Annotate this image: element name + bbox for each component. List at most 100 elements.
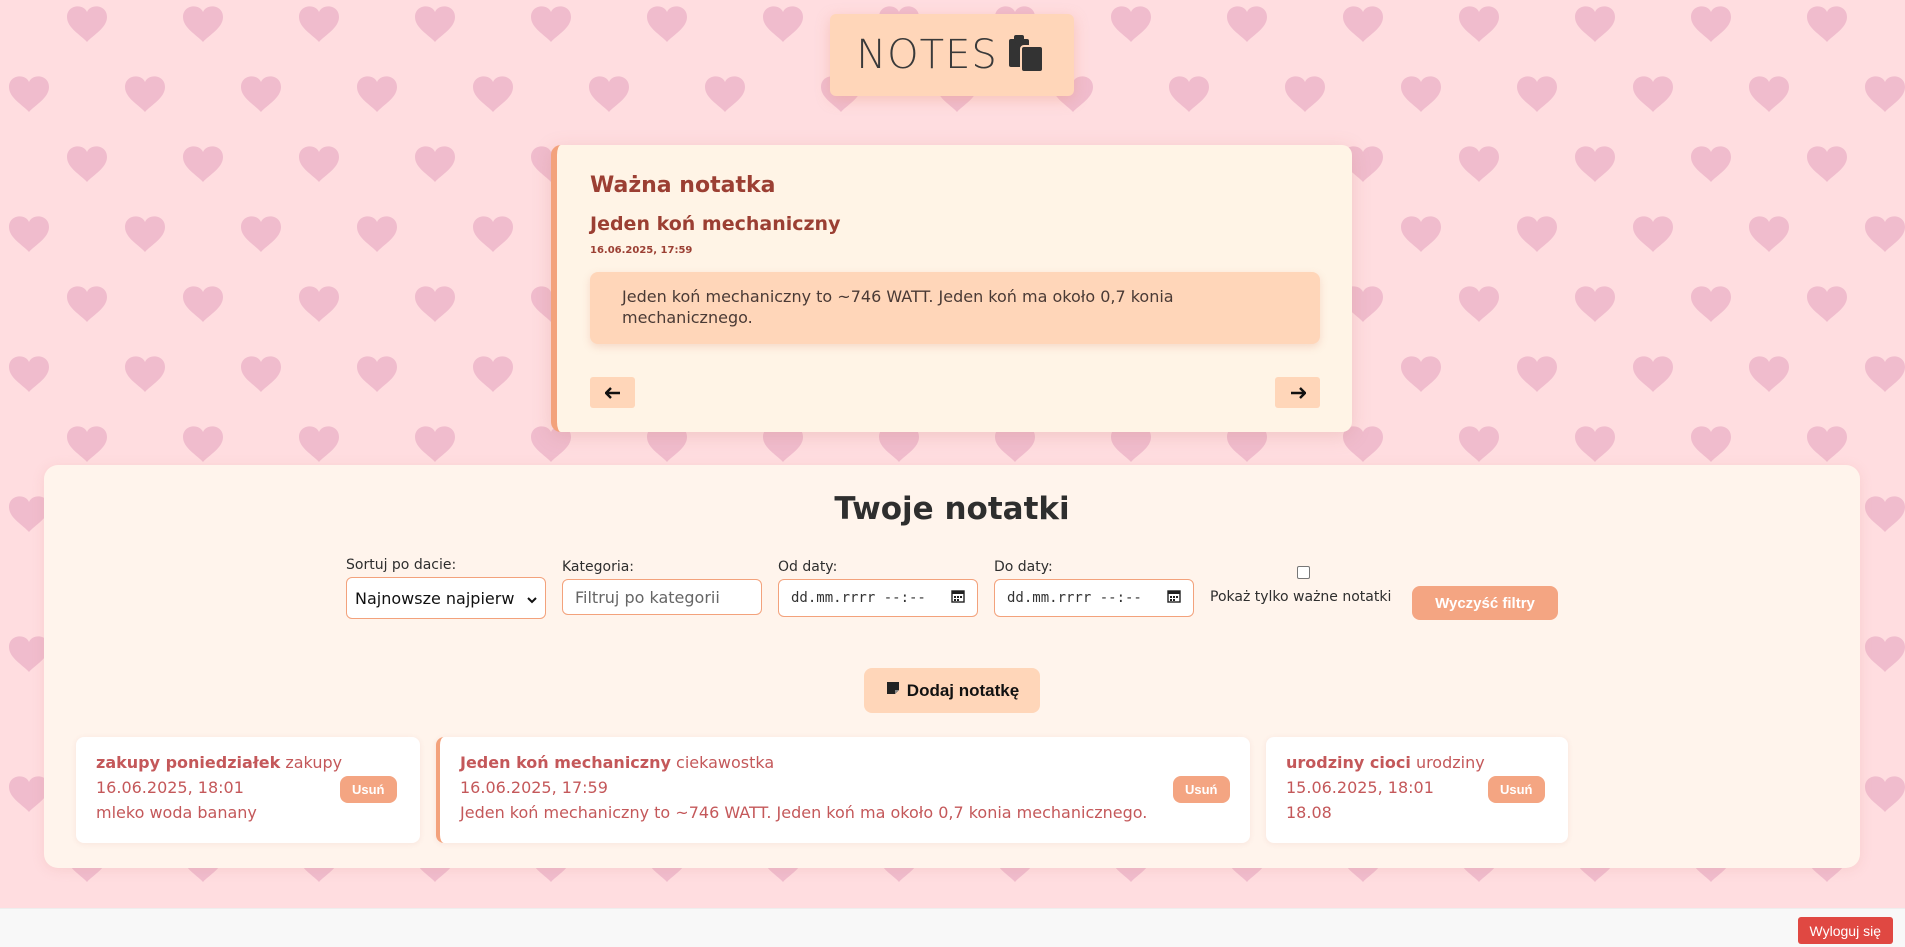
note-body: 18.08	[1286, 803, 1332, 822]
heart-shape	[183, 426, 223, 462]
heart-shape	[531, 6, 571, 42]
sort-select-value: Najnowsze najpierw	[355, 588, 515, 608]
chevron-down-icon	[527, 589, 537, 608]
sticky-note-icon	[885, 680, 901, 701]
delete-note-button[interactable]: Usuń	[340, 776, 397, 803]
category-label: Kategoria:	[562, 559, 635, 575]
heart-shape	[473, 76, 513, 112]
panel-title: Twoje notatki	[834, 491, 1070, 527]
heart-shape	[1865, 76, 1905, 112]
heart-shape	[1343, 6, 1383, 42]
important-note-title: Jeden koń mechaniczny	[590, 213, 841, 235]
heart-shape	[183, 286, 223, 322]
note-category: ciekawostka	[676, 753, 775, 772]
heart-shape	[415, 6, 455, 42]
heart-shape	[125, 76, 165, 112]
note-date: 16.06.2025, 17:59	[460, 778, 608, 797]
heart-shape	[1575, 6, 1615, 42]
heart-shape	[299, 146, 339, 182]
add-note-button[interactable]: Dodaj notatkę	[864, 668, 1040, 713]
to-date-input[interactable]: dd.mm.rrrr --:--	[994, 579, 1194, 617]
heart-shape	[589, 76, 629, 112]
note-body: mleko woda banany	[96, 803, 257, 822]
heart-shape	[299, 6, 339, 42]
heart-shape	[357, 76, 397, 112]
heart-shape	[705, 76, 745, 112]
delete-note-button[interactable]: Usuń	[1173, 776, 1230, 803]
note-title: zakupy poniedziałek	[96, 753, 281, 772]
note-category: zakupy	[285, 753, 343, 772]
heart-shape	[1401, 76, 1441, 112]
important-note-body: Jeden koń mechaniczny to ~746 WATT. Jede…	[590, 272, 1320, 344]
heart-shape	[1749, 216, 1789, 252]
heart-shape	[67, 286, 107, 322]
notes-panel: Twoje notatki Sortuj po dacie: Najnowsze…	[44, 465, 1860, 868]
heart-shape	[1575, 426, 1615, 462]
heart-shape	[183, 6, 223, 42]
heart-shape	[67, 426, 107, 462]
heart-shape	[241, 216, 281, 252]
clipboard-icon	[1006, 32, 1048, 78]
heart-shape	[9, 216, 49, 252]
heart-shape	[1691, 286, 1731, 322]
heart-shape	[241, 76, 281, 112]
heart-shape	[67, 6, 107, 42]
heart-shape	[1865, 216, 1905, 252]
delete-note-button[interactable]: Usuń	[1488, 776, 1545, 803]
heart-shape	[473, 356, 513, 392]
previous-note-button[interactable]	[590, 377, 635, 408]
sort-select[interactable]: Najnowsze najpierw	[346, 577, 546, 619]
heart-shape	[1401, 356, 1441, 392]
note-heading: urodziny cioci urodziny	[1286, 753, 1485, 772]
heart-shape	[763, 6, 803, 42]
category-filter-input[interactable]: Filtruj po kategorii	[562, 579, 762, 615]
heart-shape	[647, 6, 687, 42]
note-title: urodziny cioci	[1286, 753, 1411, 772]
heart-shape	[1633, 76, 1673, 112]
heart-shape	[1459, 286, 1499, 322]
heart-shape	[1633, 216, 1673, 252]
to-date-placeholder: dd.mm.rrrr --:--	[1007, 590, 1142, 606]
clear-filters-button[interactable]: Wyczyść filtry	[1412, 586, 1558, 620]
heart-shape	[125, 216, 165, 252]
heart-shape	[1865, 636, 1905, 672]
note-heading: Jeden koń mechaniczny ciekawostka	[460, 753, 774, 772]
heart-shape	[125, 356, 165, 392]
important-only-checkbox[interactable]	[1297, 566, 1310, 579]
to-date-label: Do daty:	[994, 559, 1053, 575]
heart-shape	[1227, 6, 1267, 42]
heart-shape	[1807, 286, 1847, 322]
note-category: urodziny	[1415, 753, 1485, 772]
heart-shape	[1169, 76, 1209, 112]
note-heading: zakupy poniedziałek zakupy	[96, 753, 342, 772]
heart-shape	[241, 356, 281, 392]
heart-shape	[9, 356, 49, 392]
heart-shape	[1691, 146, 1731, 182]
logout-button[interactable]: Wyloguj się	[1797, 917, 1893, 944]
important-note-date: 16.06.2025, 17:59	[590, 245, 693, 256]
note-date: 15.06.2025, 18:01	[1286, 778, 1434, 797]
heart-shape	[357, 216, 397, 252]
note-card: zakupy poniedziałek zakupy 16.06.2025, 1…	[76, 737, 420, 843]
sort-label: Sortuj po dacie:	[346, 557, 457, 573]
note-card: urodziny cioci urodziny 15.06.2025, 18:0…	[1266, 737, 1568, 843]
heart-shape	[1749, 356, 1789, 392]
note-body: Jeden koń mechaniczny to ~746 WATT. Jede…	[460, 803, 1148, 822]
heart-shape	[473, 216, 513, 252]
heart-shape	[1575, 146, 1615, 182]
heart-shape	[1459, 146, 1499, 182]
footer-bar: Wyloguj się	[0, 908, 1905, 947]
heart-shape	[1575, 286, 1615, 322]
next-note-button[interactable]	[1275, 377, 1320, 408]
from-date-input[interactable]: dd.mm.rrrr --:--	[778, 579, 978, 617]
add-note-label: Dodaj notatkę	[906, 680, 1020, 700]
calendar-icon[interactable]	[1167, 589, 1181, 607]
heart-shape	[1517, 76, 1557, 112]
arrow-left-icon	[604, 386, 620, 399]
heart-shape	[9, 496, 49, 532]
heart-shape	[183, 146, 223, 182]
heart-shape	[1633, 356, 1673, 392]
calendar-icon[interactable]	[951, 589, 965, 607]
from-date-label: Od daty:	[778, 559, 838, 575]
note-card: Jeden koń mechaniczny ciekawostka 16.06.…	[436, 737, 1250, 843]
